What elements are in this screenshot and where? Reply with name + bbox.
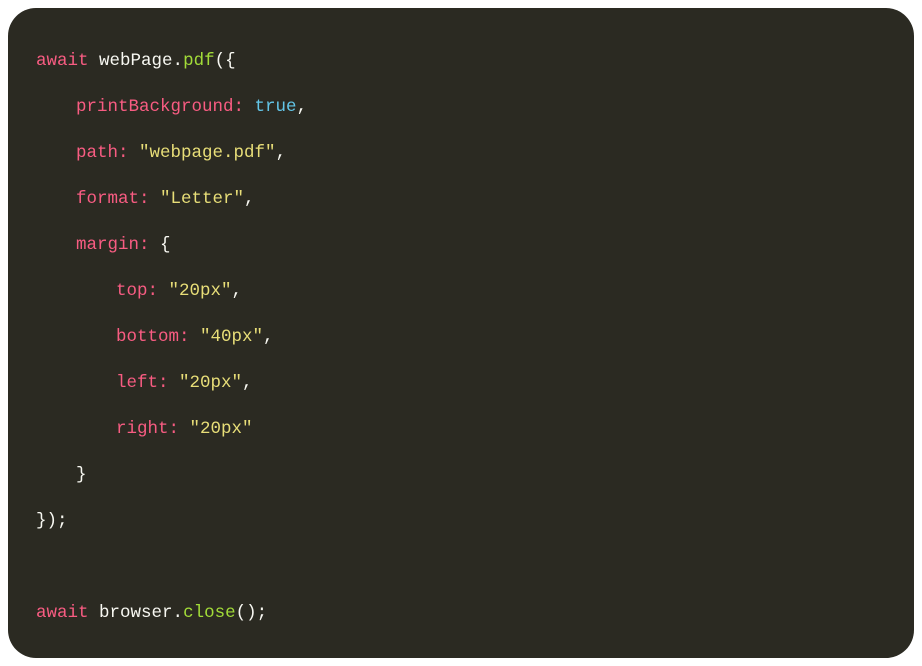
comma: , <box>276 143 287 163</box>
comma: , <box>263 327 274 347</box>
method-pdf: pdf <box>183 51 215 71</box>
var-browser: browser <box>99 603 173 623</box>
key-printbg: printBackground <box>76 97 234 117</box>
code-line-11: }); <box>36 498 886 544</box>
key-top: top <box>116 281 148 301</box>
colon: : <box>139 189 160 209</box>
code-line-8: left: "20px", <box>36 360 886 406</box>
method-close: close <box>183 603 236 623</box>
code-line-3: path: "webpage.pdf", <box>36 130 886 176</box>
code-line-blank <box>36 544 886 590</box>
key-bottom: bottom <box>116 327 179 347</box>
key-margin: margin <box>76 235 139 255</box>
kw-await: await <box>36 603 89 623</box>
code-line-1: await webPage.pdf({ <box>36 38 886 84</box>
key-left: left <box>116 373 158 393</box>
str-path: "webpage.pdf" <box>139 143 276 163</box>
open-paren-brace: ({ <box>215 51 236 71</box>
code-line-5: margin: { <box>36 222 886 268</box>
colon: : <box>179 327 200 347</box>
key-format: format <box>76 189 139 209</box>
comma: , <box>232 281 243 301</box>
dot: . <box>173 51 184 71</box>
str-top: "20px" <box>169 281 232 301</box>
code-line-4: format: "Letter", <box>36 176 886 222</box>
var-webpage: webPage <box>99 51 173 71</box>
code-line-7: bottom: "40px", <box>36 314 886 360</box>
code-line-10: } <box>36 452 886 498</box>
close-paren-semi: (); <box>236 603 268 623</box>
close-brace-paren-semi: }); <box>36 511 68 531</box>
key-right: right <box>116 419 169 439</box>
comma: , <box>242 373 253 393</box>
colon: : <box>169 419 190 439</box>
open-brace: { <box>160 235 171 255</box>
code-block: await webPage.pdf({ printBackground: tru… <box>8 8 914 658</box>
str-right: "20px" <box>190 419 253 439</box>
str-bottom: "40px" <box>200 327 263 347</box>
space <box>89 603 100 623</box>
code-line-6: top: "20px", <box>36 268 886 314</box>
str-format: "Letter" <box>160 189 244 209</box>
bool-true: true <box>255 97 297 117</box>
colon: : <box>118 143 139 163</box>
comma: , <box>297 97 308 117</box>
colon: : <box>139 235 160 255</box>
kw-await: await <box>36 51 89 71</box>
code-line-2: printBackground: true, <box>36 84 886 130</box>
colon: : <box>158 373 179 393</box>
close-brace: } <box>76 465 87 485</box>
comma: , <box>244 189 255 209</box>
str-left: "20px" <box>179 373 242 393</box>
space <box>89 51 100 71</box>
dot: . <box>173 603 184 623</box>
code-line-12: await browser.close(); <box>36 590 886 636</box>
colon: : <box>148 281 169 301</box>
key-path: path <box>76 143 118 163</box>
code-line-9: right: "20px" <box>36 406 886 452</box>
colon: : <box>234 97 255 117</box>
